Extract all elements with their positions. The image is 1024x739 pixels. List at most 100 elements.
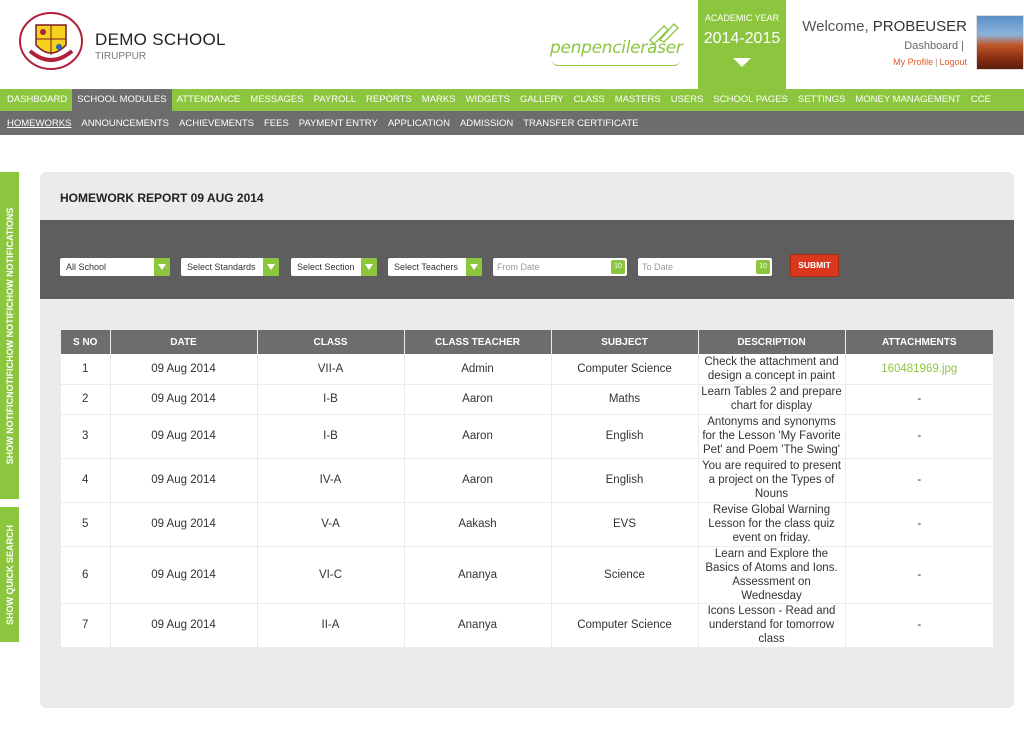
table-row: 6 09 Aug 2014 VI-C Ananya Science Learn … (61, 546, 993, 604)
from-date-input[interactable]: From Date 10 (493, 258, 627, 276)
subnav-fees[interactable]: FEES (259, 118, 294, 129)
cell-sno: 2 (61, 384, 111, 415)
col-description[interactable]: DESCRIPTION (698, 330, 846, 354)
cell-teacher: Aaron (404, 414, 552, 459)
nav-marks[interactable]: MARKS (417, 89, 461, 111)
teachers-select[interactable]: Select Teachers (388, 258, 482, 276)
calendar-icon[interactable]: 10 (611, 260, 625, 274)
avatar[interactable] (976, 15, 1024, 70)
cell-sno: 1 (61, 354, 111, 385)
filter-bar: All School Select Standards Select Secti… (40, 220, 1014, 299)
table-row: 3 09 Aug 2014 I-B Aaron English Antonyms… (61, 414, 993, 459)
subnav-announcements[interactable]: ANNOUNCEMENTS (76, 118, 174, 129)
table-header-row: S NO DATE CLASS CLASS TEACHER SUBJECT DE… (61, 330, 993, 354)
col-class[interactable]: CLASS (257, 330, 405, 354)
chevron-down-icon[interactable] (733, 58, 751, 67)
nav-users[interactable]: USERS (666, 89, 709, 111)
dropdown-arrow-icon[interactable] (154, 258, 170, 276)
cell-sno: 5 (61, 502, 111, 547)
cell-description: Antonyms and synonyms for the Lesson 'My… (698, 414, 846, 459)
homework-report-panel: HOMEWORK REPORT 09 AUG 2014 All School S… (40, 172, 1014, 708)
cell-date: 09 Aug 2014 (110, 354, 258, 385)
brand-underline (552, 60, 680, 66)
table-row: 2 09 Aug 2014 I-B Aaron Maths Learn Tabl… (61, 384, 993, 415)
school-city: TIRUPPUR (95, 51, 147, 62)
cell-date: 09 Aug 2014 (110, 502, 258, 547)
academic-year-selector[interactable]: ACADEMIC YEAR 2014-2015 (698, 0, 786, 89)
link-separator: | (935, 57, 938, 67)
cell-date: 09 Aug 2014 (110, 384, 258, 415)
school-select-value: All School (66, 262, 107, 272)
col-attachments[interactable]: ATTACHMENTS (845, 330, 993, 354)
nav-settings[interactable]: SETTINGS (793, 89, 851, 111)
cell-description: Revise Global Warning Lesson for the cla… (698, 502, 846, 547)
cell-subject: English (551, 458, 699, 503)
show-notifications-tab[interactable]: SHOW NOTIFICNOTIFICHOW NOTIFICHOW NOTIFI… (0, 172, 19, 499)
calendar-icon[interactable]: 10 (756, 260, 770, 274)
nav-messages[interactable]: MESSAGES (245, 89, 308, 111)
nav-school-pages[interactable]: SCHOOL PAGES (708, 89, 792, 111)
nav-reports[interactable]: REPORTS (361, 89, 417, 111)
dropdown-arrow-icon[interactable] (361, 258, 377, 276)
username: PROBEUSER (872, 18, 967, 35)
subnav-payment-entry[interactable]: PAYMENT ENTRY (294, 118, 383, 129)
cell-date: 09 Aug 2014 (110, 546, 258, 604)
nav-cce[interactable]: CCE (966, 89, 996, 111)
dropdown-arrow-icon[interactable] (466, 258, 482, 276)
nav-attendance[interactable]: ATTENDANCE (172, 89, 246, 111)
subnav-transfer-certificate[interactable]: TRANSFER CERTIFICATE (518, 118, 643, 129)
logout-link[interactable]: Logout (939, 57, 967, 67)
dashboard-link[interactable]: Dashboard | (904, 40, 964, 52)
col-class-teacher[interactable]: CLASS TEACHER (404, 330, 552, 354)
show-quick-search-label: SHOW QUICK SEARCH (4, 524, 15, 625)
table-row: 7 09 Aug 2014 II-A Ananya Computer Scien… (61, 603, 993, 648)
my-profile-link[interactable]: My Profile (893, 57, 933, 67)
welcome-prefix: Welcome, (802, 18, 873, 35)
page-title: HOMEWORK REPORT 09 AUG 2014 (60, 191, 264, 205)
school-logo[interactable] (18, 11, 84, 71)
brand-logo[interactable]: penpencileraser (550, 22, 690, 70)
section-select[interactable]: Select Section (291, 258, 377, 276)
nav-masters[interactable]: MASTERS (610, 89, 666, 111)
subnav-admission[interactable]: ADMISSION (455, 118, 518, 129)
nav-payroll[interactable]: PAYROLL (309, 89, 361, 111)
school-name: DEMO SCHOOL (95, 30, 226, 49)
cell-attachment: - (845, 384, 993, 415)
attachment-link[interactable]: 160481969.jpg (845, 354, 993, 385)
col-date[interactable]: DATE (110, 330, 258, 354)
subnav-homeworks[interactable]: HOMEWORKS (2, 118, 76, 129)
to-date-input[interactable]: To Date 10 (638, 258, 772, 276)
nav-school-modules[interactable]: SCHOOL MODULES (72, 89, 172, 111)
col-subject[interactable]: SUBJECT (551, 330, 699, 354)
cell-teacher: Aaron (404, 384, 552, 415)
show-quick-search-tab[interactable]: SHOW QUICK SEARCH (0, 507, 19, 642)
homework-table: S NO DATE CLASS CLASS TEACHER SUBJECT DE… (61, 330, 993, 648)
school-select[interactable]: All School (60, 258, 170, 276)
section-select-value: Select Section (297, 262, 355, 272)
submit-button[interactable]: SUBMIT (790, 254, 839, 277)
header: DEMO SCHOOL TIRUPPUR penpencileraser ACA… (0, 0, 1024, 89)
subnav-achievements[interactable]: ACHIEVEMENTS (174, 118, 259, 129)
cell-attachment: - (845, 458, 993, 503)
welcome-message: Welcome, PROBEUSER (802, 18, 967, 35)
academic-year-label: ACADEMIC YEAR (704, 13, 780, 23)
col-sno[interactable]: S NO (61, 330, 111, 354)
dropdown-arrow-icon[interactable] (263, 258, 279, 276)
cell-class: VII-A (257, 354, 405, 385)
subnav-application[interactable]: APPLICATION (383, 118, 455, 129)
sub-nav: HOMEWORKS ANNOUNCEMENTS ACHIEVEMENTS FEE… (0, 111, 1024, 135)
cell-date: 09 Aug 2014 (110, 458, 258, 503)
nav-class[interactable]: CLASS (569, 89, 610, 111)
nav-widgets[interactable]: WIDGETS (461, 89, 515, 111)
table-row: 4 09 Aug 2014 IV-A Aaron English You are… (61, 458, 993, 503)
standards-select[interactable]: Select Standards (181, 258, 279, 276)
cell-attachment: - (845, 502, 993, 547)
nav-money-management[interactable]: MONEY MANAGEMENT (850, 89, 965, 111)
cell-class: I-B (257, 384, 405, 415)
cell-teacher: Ananya (404, 546, 552, 604)
cell-class: IV-A (257, 458, 405, 503)
cell-teacher: Aakash (404, 502, 552, 547)
nav-gallery[interactable]: GALLERY (515, 89, 569, 111)
main-nav: DASHBOARD SCHOOL MODULES ATTENDANCE MESS… (0, 89, 1024, 111)
nav-dashboard[interactable]: DASHBOARD (2, 89, 72, 111)
